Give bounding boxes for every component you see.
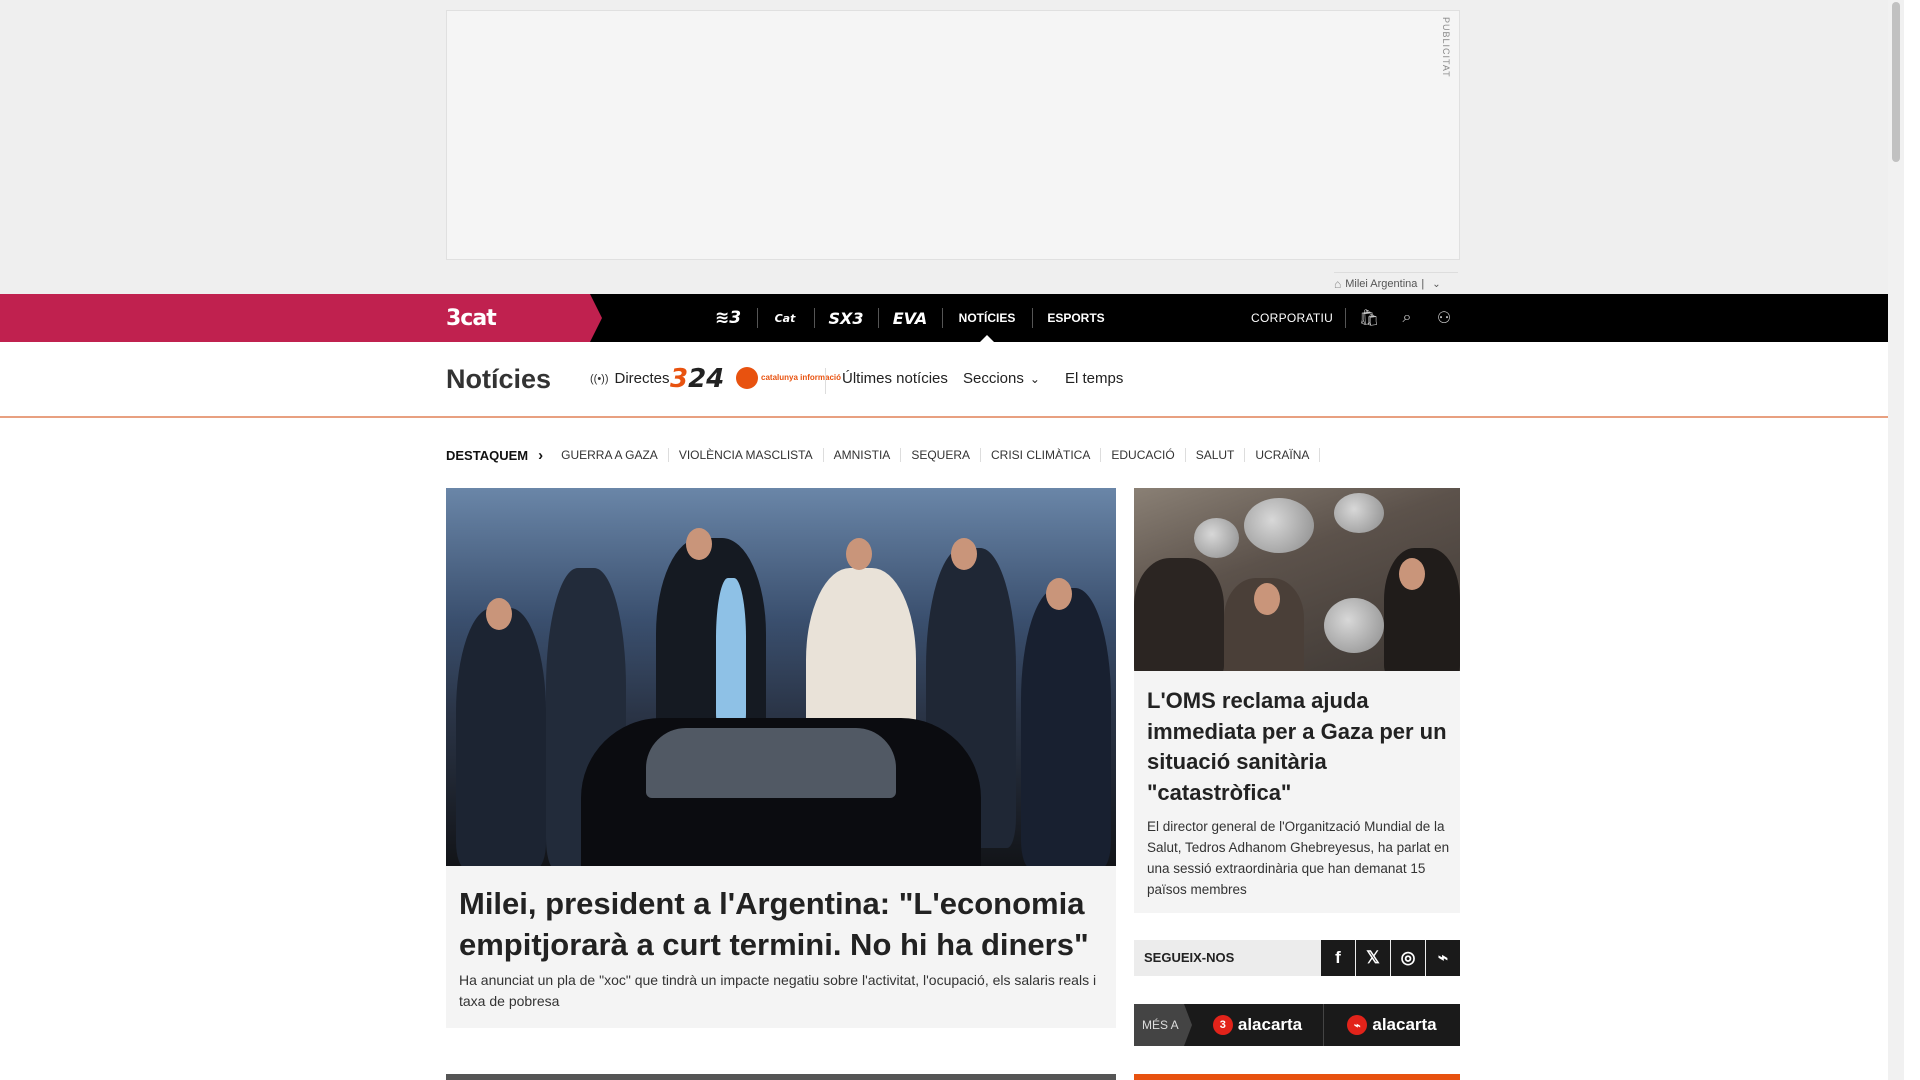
figure-shape <box>456 608 546 866</box>
nav-esports[interactable]: ESPORTS <box>1032 294 1120 342</box>
side-story-card[interactable]: L'OMS reclama ajuda immediata per a Gaza… <box>1134 488 1460 913</box>
live-icon: ((•)) <box>590 372 609 385</box>
search-icon[interactable]: ⌕ <box>1395 306 1419 330</box>
section-divider <box>825 368 826 394</box>
facebook-icon[interactable]: f <box>1321 940 1355 976</box>
highlights-bar: DESTAQUEM › GUERRA A GAZA VIOLÈNCIA MASC… <box>446 445 1321 465</box>
x-twitter-icon[interactable]: 𝕏 <box>1356 940 1390 976</box>
tv3-icon: 3 <box>1212 1015 1233 1035</box>
shopping-bag-icon[interactable]: 🛍 <box>1357 306 1381 330</box>
pot-shape <box>1334 493 1384 533</box>
pot-shape <box>1324 598 1384 653</box>
top-navigation: 3cat ≋3 Cat SX3 EVA NOTÍCIES ESPORTS COR… <box>0 294 1904 342</box>
nav-noticies[interactable]: NOTÍCIES <box>942 294 1032 342</box>
user-icon[interactable]: ⚇ <box>1432 306 1456 330</box>
section-title[interactable]: Notícies <box>446 364 551 395</box>
tag-icon: ⌂ <box>1334 277 1342 291</box>
chevron-down-icon: ⌄ <box>1029 371 1040 386</box>
sx3-logo: SX3 <box>828 308 864 328</box>
main-story-image[interactable] <box>446 488 1116 866</box>
ci-logo-text: catalunya informació <box>761 373 842 382</box>
alacarta-label: alacarta <box>1372 1015 1437 1034</box>
ci-circle-icon <box>736 367 758 389</box>
eva-logo: EVA <box>892 308 928 328</box>
channel-tv3[interactable]: ≋3 <box>700 294 756 342</box>
pot-shape <box>1244 498 1314 553</box>
highlight-item[interactable]: GUERRA A GAZA <box>551 448 669 462</box>
ad-banner[interactable]: PUBLICITAT <box>446 10 1460 260</box>
chevron-down-icon: ⌄ <box>1432 278 1441 290</box>
main-story-card[interactable]: Milei, president a l'Argentina: "L'econo… <box>446 488 1116 1028</box>
next-story-peek <box>446 1074 1116 1080</box>
seccions-label: Seccions <box>963 370 1024 387</box>
brand-slab <box>0 294 602 342</box>
more-at-bar: MÉS A 3 alacarta ⌁ alacarta <box>1134 1004 1460 1046</box>
3cat-logo[interactable]: 3cat <box>446 306 497 331</box>
ultimes-noticies-link[interactable]: Últimes notícies <box>842 370 948 387</box>
nav-esports-label: ESPORTS <box>1047 311 1105 325</box>
ad-label: PUBLICITAT <box>1441 17 1451 78</box>
highlight-item[interactable]: CRISI CLIMÀTICA <box>981 448 1102 462</box>
highlight-item[interactable]: EDUCACIÓ <box>1101 448 1186 462</box>
face-shape <box>486 598 512 630</box>
tag-label: Milei Argentina <box>1345 278 1418 290</box>
page: PUBLICITAT ⌂ Milei Argentina | ⌄ 3cat ≋3… <box>0 0 1904 1080</box>
el-temps-link[interactable]: El temps <box>1065 370 1123 387</box>
windshield-shape <box>646 728 896 798</box>
tag-selector[interactable]: ⌂ Milei Argentina | ⌄ <box>1334 272 1458 291</box>
catradio-alacarta-button[interactable]: ⌁ alacarta <box>1324 1004 1460 1046</box>
directes-link[interactable]: ((•)) Directes <box>590 370 670 387</box>
scrollbar[interactable] <box>1888 0 1904 1080</box>
figure-shape <box>1134 558 1224 671</box>
tool-divider <box>1345 308 1346 328</box>
face-shape <box>686 528 712 560</box>
tag-separator: | <box>1421 278 1425 290</box>
channel-sx3[interactable]: SX3 <box>814 294 878 342</box>
highlight-item[interactable]: SEQUERA <box>901 448 981 462</box>
seccions-dropdown[interactable]: Seccions ⌄ <box>963 370 1040 387</box>
channel-eva[interactable]: EVA <box>878 294 942 342</box>
main-story-summary: Ha anunciat un pla de "xoc" que tindrà u… <box>459 972 1097 1009</box>
sash-shape <box>716 578 746 728</box>
highlight-item[interactable]: VIOLÈNCIA MASCLISTA <box>669 448 824 462</box>
channel-catradio[interactable]: Cat <box>757 294 813 342</box>
face-shape <box>1046 578 1072 610</box>
directes-label: Directes <box>614 370 670 387</box>
side-story-summary: El director general de l'Organització Mu… <box>1147 819 1450 897</box>
main-story-title[interactable]: Milei, president a l'Argentina: "L'econo… <box>459 883 1099 965</box>
nav-corporatiu[interactable]: CORPORATIU <box>1251 294 1333 342</box>
highlight-item[interactable]: SALUT <box>1186 448 1246 462</box>
chevron-right-icon: › <box>538 446 544 464</box>
nav-noticies-label: NOTÍCIES <box>958 311 1016 325</box>
face-shape <box>1254 583 1280 615</box>
catradio-logo: Cat <box>774 311 796 325</box>
more-at-label: MÉS A <box>1134 1004 1192 1046</box>
alacarta-label: alacarta <box>1237 1015 1303 1034</box>
follow-us-label: SEGUEIX-NOS <box>1144 950 1235 965</box>
section-header: Notícies ((•)) Directes 324 catalunya in… <box>0 342 1904 418</box>
highlight-item[interactable]: AMNISTIA <box>824 448 902 462</box>
face-shape <box>1399 558 1425 590</box>
rss-icon[interactable]: ⌁ <box>1426 940 1460 976</box>
follow-us-bar: SEGUEIX-NOS f 𝕏 ◎ ⌁ <box>1134 940 1460 976</box>
highlights-title-label: DESTAQUEM <box>446 447 529 463</box>
ad-zone: PUBLICITAT ⌂ Milei Argentina | ⌄ <box>0 0 1904 294</box>
instagram-icon[interactable]: ◎ <box>1391 940 1425 976</box>
face-shape <box>846 538 872 570</box>
324-logo[interactable]: 324 <box>670 364 724 394</box>
figure-shape <box>1021 588 1111 866</box>
face-shape <box>951 538 977 570</box>
tv3-alacarta-button[interactable]: 3 alacarta <box>1192 1004 1323 1046</box>
side-story-title[interactable]: L'OMS reclama ajuda immediata per a Gaza… <box>1147 686 1452 808</box>
highlights-title[interactable]: DESTAQUEM › <box>446 447 543 464</box>
highlight-item[interactable]: UCRAÏNA <box>1245 448 1321 462</box>
tv3-logo: ≋3 <box>714 308 742 328</box>
pot-shape <box>1194 518 1239 558</box>
catradio-icon: ⌁ <box>1347 1015 1368 1035</box>
side-story-image[interactable] <box>1134 488 1460 671</box>
next-card-peek <box>1134 1074 1460 1080</box>
scrollbar-thumb[interactable] <box>1892 2 1900 162</box>
